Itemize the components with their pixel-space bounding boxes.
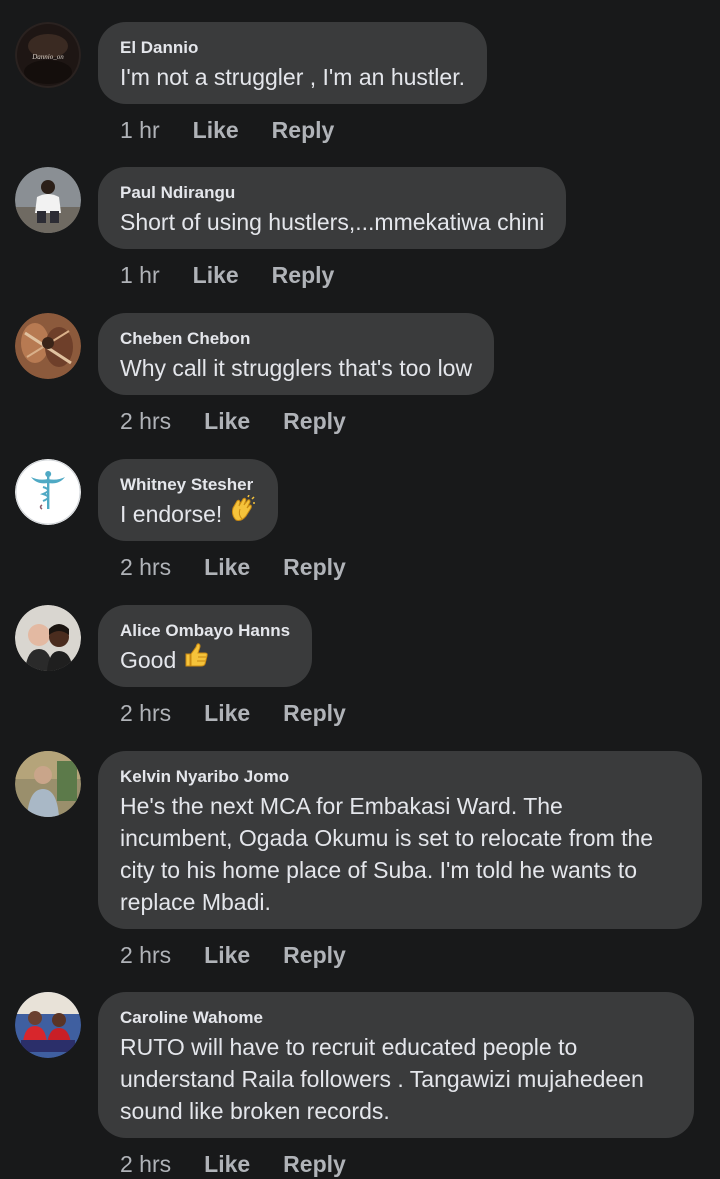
- comment-text-line: Good: [120, 641, 290, 680]
- commenter-name[interactable]: El Dannio: [120, 37, 465, 59]
- like-button[interactable]: Like: [193, 262, 239, 289]
- comment-text: Good: [120, 647, 177, 674]
- reply-button[interactable]: Reply: [283, 554, 346, 581]
- commenter-name[interactable]: Alice Ombayo Hanns: [120, 620, 290, 642]
- avatar[interactable]: [15, 167, 81, 233]
- comment-timestamp[interactable]: 2 hrs: [120, 554, 171, 581]
- comment-bubble: Cheben Chebon Why call it strugglers tha…: [98, 313, 495, 395]
- comment-text: I endorse!: [120, 501, 223, 528]
- commenter-name[interactable]: Whitney Stesher: [120, 474, 256, 496]
- comment-bubble: Alice Ombayo Hanns Good: [98, 605, 313, 687]
- comment-actions: 2 hrs Like Reply: [120, 698, 346, 728]
- avatar[interactable]: [15, 992, 81, 1058]
- comment-timestamp[interactable]: 1 hr: [120, 117, 160, 144]
- commenter-name[interactable]: Cheben Chebon: [120, 328, 472, 350]
- profile-photo-icon: [15, 167, 81, 233]
- comment-actions: 2 hrs Like Reply: [120, 552, 346, 582]
- profile-photo-icon: [15, 992, 81, 1058]
- comment-actions: 2 hrs Like Reply: [120, 940, 346, 970]
- comment-actions: 2 hrs Like Reply: [120, 406, 346, 436]
- comment-timestamp[interactable]: 2 hrs: [120, 942, 171, 969]
- reply-button[interactable]: Reply: [272, 262, 335, 289]
- profile-photo-icon: [15, 605, 81, 671]
- like-button[interactable]: Like: [193, 117, 239, 144]
- commenter-name[interactable]: Paul Ndirangu: [120, 182, 544, 204]
- comment-text: RUTO will have to recruit educated peopl…: [120, 1034, 644, 1124]
- avatar[interactable]: [15, 459, 81, 525]
- comment-bubble: El Dannio I'm not a struggler , I'm an h…: [98, 22, 487, 104]
- comment-bubble: Paul Ndirangu Short of using hustlers,..…: [98, 167, 567, 249]
- like-button[interactable]: Like: [204, 554, 250, 581]
- profile-photo-icon: Dannio_on: [15, 22, 81, 88]
- comment-bubble: Whitney Stesher I endorse!: [98, 459, 279, 541]
- like-button[interactable]: Like: [204, 408, 250, 435]
- reply-button[interactable]: Reply: [272, 117, 335, 144]
- reply-button[interactable]: Reply: [283, 700, 346, 727]
- like-button[interactable]: Like: [204, 700, 250, 727]
- comment-text: I'm not a struggler , I'm an hustler.: [120, 64, 465, 90]
- avatar-overlay-text: Dannio_on: [31, 53, 64, 61]
- comment-text: Why call it strugglers that's too low: [120, 355, 473, 381]
- comment-bubble: Caroline Wahome RUTO will have to recrui…: [98, 992, 694, 1138]
- reply-button[interactable]: Reply: [283, 942, 346, 969]
- profile-photo-icon: [15, 751, 81, 817]
- comment-actions: 1 hr Like Reply: [120, 260, 334, 290]
- comment-actions: 1 hr Like Reply: [120, 115, 334, 145]
- comment-actions: 2 hrs Like Reply: [120, 1149, 346, 1179]
- comment-bubble: Kelvin Nyaribo Jomo He's the next MCA fo…: [98, 751, 702, 929]
- profile-photo-icon: [15, 313, 81, 379]
- avatar[interactable]: [15, 605, 81, 671]
- comment-text-line: I endorse!: [120, 494, 256, 534]
- caduceus-logo-icon: [15, 459, 81, 525]
- comment-text: Short of using hustlers,...mmekatiwa chi…: [120, 209, 545, 235]
- avatar[interactable]: Dannio_on: [15, 22, 81, 88]
- like-button[interactable]: Like: [204, 1151, 250, 1178]
- comment-timestamp[interactable]: 2 hrs: [120, 700, 171, 727]
- comment-timestamp[interactable]: 2 hrs: [120, 408, 171, 435]
- avatar[interactable]: [15, 751, 81, 817]
- comment-timestamp[interactable]: 1 hr: [120, 262, 160, 289]
- commenter-name[interactable]: Kelvin Nyaribo Jomo: [120, 766, 680, 788]
- like-button[interactable]: Like: [204, 942, 250, 969]
- clapping-hands-emoji-icon: [228, 494, 256, 531]
- thumbs-up-emoji-icon: [182, 641, 210, 677]
- comment-timestamp[interactable]: 2 hrs: [120, 1151, 171, 1178]
- reply-button[interactable]: Reply: [283, 1151, 346, 1178]
- reply-button[interactable]: Reply: [283, 408, 346, 435]
- comment-text: He's the next MCA for Embakasi Ward. The…: [120, 793, 654, 915]
- commenter-name[interactable]: Caroline Wahome: [120, 1007, 672, 1029]
- avatar[interactable]: [15, 313, 81, 379]
